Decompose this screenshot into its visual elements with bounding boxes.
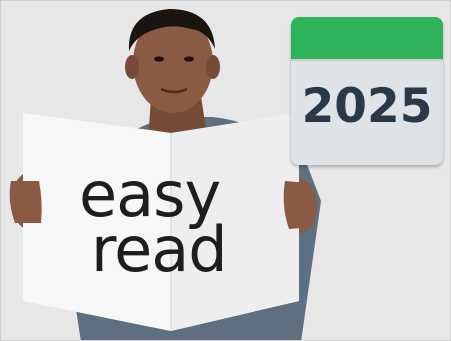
book-word-read: read [91,213,228,286]
calendar-header [291,17,443,61]
calendar-year: 2025 [301,79,433,134]
easy-read-illustration: easy read 2025 [0,0,451,341]
calendar-icon: 2025 [291,17,443,165]
